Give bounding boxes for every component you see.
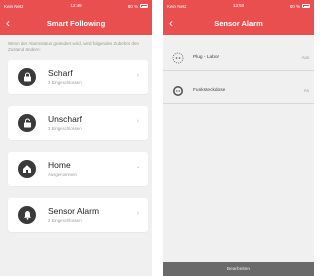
back-chevron-icon[interactable]: ‹ [6,16,10,30]
unlock-icon [18,114,36,132]
card-subtitle: Ausgenommen [48,172,77,177]
card-title: Unscharf [48,114,83,124]
card-title: Sensor Alarm [48,206,100,216]
status-bar: Kein Netz 13:50 80 % [163,0,314,12]
battery-icon [302,4,310,9]
status-bar: Kein Netz 12:48 80 % [0,0,152,12]
sensor-alarm-screen: Kein Netz 13:50 80 % ‹ Sensor Alarm Plug… [163,0,314,276]
header-bar: Kein Netz 13:50 80 % ‹ Sensor Alarm [163,0,314,35]
device-state: Aus [301,55,309,60]
chevron-right-icon: › [136,210,139,217]
plug-icon [172,52,184,64]
mode-card-scharf[interactable]: Scharf 3 Eingeschlossen › [8,60,148,94]
page-title: Sensor Alarm [214,19,263,28]
lock-icon [18,68,36,86]
home-lock-icon [18,160,36,178]
mode-card-home[interactable]: Home Ausgenommen • [8,152,148,186]
bell-icon [18,206,36,224]
header-bar: Kein Netz 12:48 80 % ‹ Smart Following [0,0,152,35]
divider [163,70,314,71]
card-title: Home [48,160,71,170]
dot-indicator-icon: • [137,165,139,171]
status-time: 12:48 [70,3,82,8]
smart-following-screen: Kein Netz 12:48 80 % ‹ Smart Following W… [0,0,152,276]
status-time: 13:50 [232,3,245,8]
battery-icon [140,4,148,9]
device-name: Plug - Labor [193,55,220,60]
card-subtitle: 2 Eingeschlossen [48,218,82,223]
device-state: An [303,88,309,93]
card-subtitle: 3 Eingeschlossen [48,126,82,131]
chevron-right-icon: › [136,72,139,79]
page-title: Smart Following [46,19,106,28]
divider [163,103,314,104]
edit-button[interactable]: Bearbeiten [163,262,314,276]
mode-card-sensor-alarm[interactable]: Sensor Alarm 2 Eingeschlossen › [8,198,148,232]
device-row-funksteckdose[interactable]: Funksteckdose An [163,80,314,102]
device-row-plug-labor[interactable]: Plug - Labor Aus [163,47,314,69]
card-title: Scharf [48,68,73,78]
description-text: Wenn der Alarmstatus geändert wird, wird… [8,41,139,52]
device-name: Funksteckdose [193,88,226,93]
mode-card-unscharf[interactable]: Unscharf 3 Eingeschlossen › [8,106,148,140]
card-subtitle: 3 Eingeschlossen [48,80,82,85]
back-chevron-icon[interactable]: ‹ [169,16,173,30]
chevron-right-icon: › [136,118,139,125]
socket-icon [173,86,183,96]
